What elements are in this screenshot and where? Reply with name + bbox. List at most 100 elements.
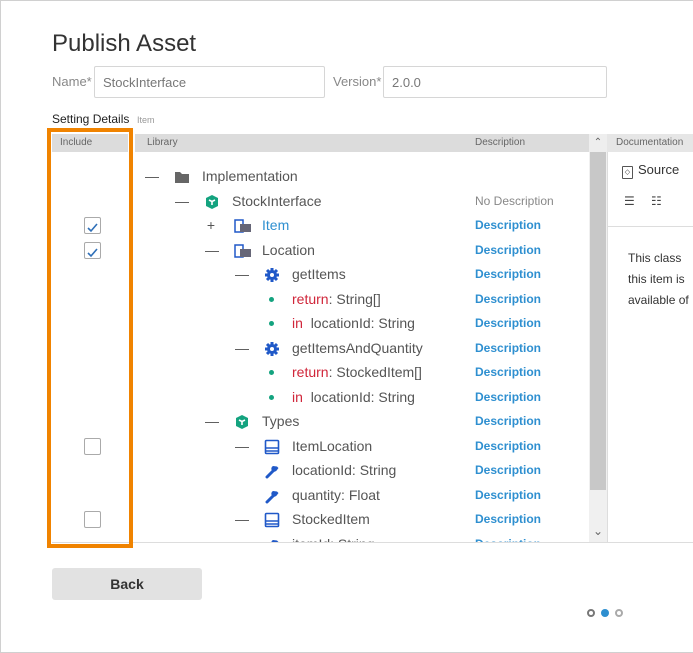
tree-row[interactable]: — Implementation	[52, 164, 592, 188]
tree-row[interactable]: — Location Description	[52, 238, 592, 262]
node-label: Location	[262, 238, 315, 262]
library-table: ⌄ ◇ Source ☰ ☷ This class this item is av…	[52, 152, 693, 543]
struct-icon	[264, 511, 280, 528]
tree-row[interactable]: — getItemsAndQuantity Description	[52, 336, 592, 360]
source-label: Source	[638, 162, 680, 177]
package-icon	[234, 413, 250, 429]
tree-row[interactable]: — Types Description	[52, 409, 592, 433]
node-label: StockedItem	[292, 507, 370, 531]
description-link[interactable]: Description	[475, 434, 541, 458]
tree-row[interactable]: itemId: String Description	[52, 532, 592, 543]
tree-row[interactable]: return: String[] Description	[52, 287, 592, 311]
node-label: Item	[262, 213, 289, 237]
node-name: locationId: String	[292, 462, 397, 478]
pager-dot[interactable]	[601, 609, 609, 617]
param-kind: return	[292, 290, 329, 307]
section-title: Setting Details	[52, 112, 130, 126]
node-name: Implementation	[202, 168, 298, 184]
node-name: : String[]	[328, 290, 381, 307]
include-column-highlight	[47, 128, 133, 548]
pager-dot[interactable]	[615, 609, 623, 617]
description-link[interactable]: Description	[475, 262, 541, 286]
node-label: in locationId: String	[292, 385, 415, 409]
description-link[interactable]: Description	[475, 336, 541, 360]
description-link[interactable]: Description	[475, 360, 541, 384]
node-name: getItemsAndQuantity	[292, 339, 423, 356]
pager-dot[interactable]	[587, 609, 595, 617]
description-link[interactable]: Description	[475, 409, 541, 433]
tree-row[interactable]: quantity: Float Description	[52, 483, 592, 507]
node-name: : StockedItem[]	[328, 364, 422, 380]
page-title: Publish Asset	[52, 30, 197, 57]
description-link[interactable]: Description	[475, 507, 541, 531]
name-label: Name*	[52, 74, 92, 89]
section-subtitle: Item	[137, 115, 155, 125]
description-link[interactable]: Description	[475, 458, 541, 482]
node-label: locationId: String	[292, 458, 396, 482]
doc-line: this item is	[628, 272, 685, 286]
version-input[interactable]	[383, 66, 607, 98]
tree-row[interactable]: — ItemLocation Description	[52, 434, 592, 458]
node-label: Types	[262, 409, 299, 433]
node-label: ItemLocation	[292, 434, 372, 458]
gear-icon	[264, 266, 280, 282]
scroll-up-button[interactable]: ⌃	[589, 134, 607, 152]
node-name: Item	[262, 217, 290, 233]
wrench-icon	[264, 487, 280, 503]
tree-row[interactable]: return: StockedItem[] Description	[52, 360, 592, 384]
scrollbar-thumb[interactable]	[590, 152, 606, 490]
class-icon	[234, 217, 251, 233]
param-kind: return	[292, 364, 329, 380]
name-input[interactable]	[94, 66, 325, 98]
back-button[interactable]: Back	[52, 568, 202, 600]
collapse-icon[interactable]: —	[175, 189, 189, 213]
collapse-icon[interactable]: —	[235, 434, 249, 458]
node-label: return: String[]	[292, 287, 381, 311]
expand-icon[interactable]: +	[205, 213, 217, 237]
tree-row[interactable]: in locationId: String Description	[52, 385, 592, 409]
header-library-label: Library	[147, 137, 178, 148]
header-documentation: Documentation	[607, 134, 693, 152]
description-link[interactable]: Description	[475, 532, 541, 543]
bullet-icon	[269, 296, 274, 302]
description-link[interactable]: Description	[475, 287, 541, 311]
collapse-icon[interactable]: —	[145, 164, 159, 188]
class-icon	[234, 242, 251, 258]
struct-icon	[264, 438, 280, 454]
node-label: getItems	[292, 262, 346, 286]
tree-row[interactable]: locationId: String Description	[52, 458, 592, 482]
bullet-icon	[269, 321, 274, 326]
node-label: in locationId: String	[292, 311, 415, 335]
tree-row[interactable]: + Item Description	[52, 213, 592, 237]
tree-row[interactable]: — StockInterface No Description	[52, 189, 592, 213]
gear-icon	[264, 340, 280, 356]
node-name: ItemLocation	[292, 437, 373, 454]
collapse-icon[interactable]: —	[205, 409, 219, 433]
bullet-icon	[269, 394, 274, 400]
collapse-icon[interactable]: —	[205, 238, 219, 262]
description-link[interactable]: Description	[475, 311, 541, 335]
collapse-icon[interactable]: —	[235, 507, 249, 531]
node-name: getItems	[292, 266, 346, 282]
collapse-icon[interactable]: —	[235, 336, 249, 360]
collapse-icon[interactable]: —	[235, 262, 249, 286]
tree-row[interactable]: — getItems Description	[52, 262, 592, 286]
node-name: StockedItem	[292, 511, 370, 527]
package-icon	[204, 193, 220, 209]
tree-row[interactable]: — StockedItem Description	[52, 507, 592, 531]
node-label: return: StockedItem[]	[292, 360, 422, 384]
description-link[interactable]: Description	[475, 385, 541, 409]
header-library: Library Description	[135, 134, 589, 152]
source-button[interactable]: ◇ Source	[622, 162, 679, 179]
description-link[interactable]: Description	[475, 238, 541, 262]
description-link[interactable]: Description	[475, 213, 541, 237]
description-link[interactable]: Description	[475, 483, 541, 507]
ordered-list-icon[interactable]: ☰	[624, 194, 635, 208]
node-name: Types	[262, 413, 300, 429]
node-name: StockInterface	[232, 192, 322, 209]
documentation-panel: ◇ Source ☰ ☷ This class this item is avai…	[607, 152, 693, 542]
bullet-list-icon[interactable]: ☷	[651, 194, 662, 208]
node-name: locationId: String	[310, 388, 415, 405]
node-name: Location	[262, 241, 315, 258]
tree-row[interactable]: in locationId: String Description	[52, 311, 592, 335]
